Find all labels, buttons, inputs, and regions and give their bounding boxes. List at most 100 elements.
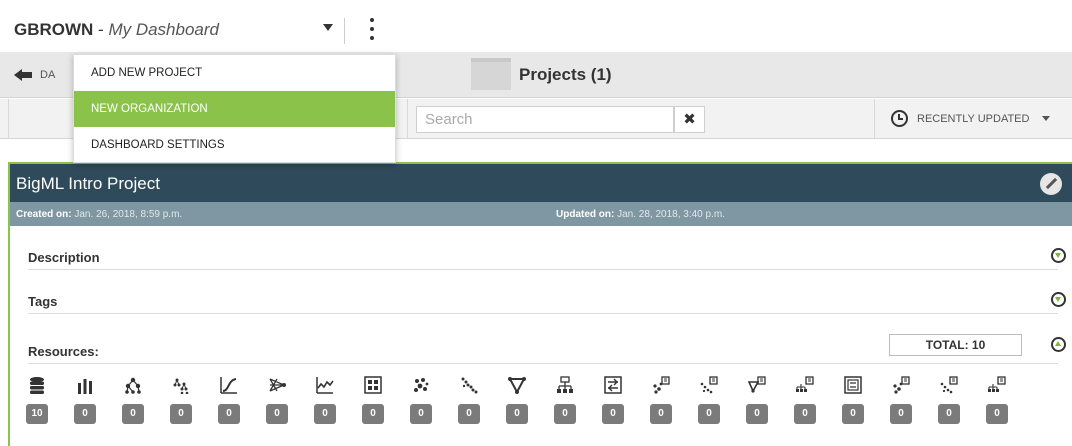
project-meta: Created on: Jan. 26, 2018, 8:59 p.m. Upd… [10,202,1072,226]
workspace-menu: ADD NEW PROJECT NEW ORGANIZATION DASHBOA… [73,54,396,163]
updated-label: Updated on: [556,209,615,220]
anomaly-score-icon [940,376,958,394]
created-label: Created on: [16,209,72,220]
resource-count-badge: 0 [74,404,96,424]
resource-count-badge: 0 [554,404,576,424]
back-button-label: DA [40,69,56,81]
chevron-down-icon [1042,116,1051,121]
more-options-icon[interactable] [364,16,380,46]
deepnet-icon [269,378,286,392]
resource-count-badge: 0 [410,404,432,424]
sort-dropdown[interactable]: RECENTLY UPDATED [891,110,1051,127]
resource-deepnet[interactable]: 0 [266,376,288,424]
resource-time-series[interactable]: 0 [314,376,336,424]
resource-count-badge: 0 [746,404,768,424]
resource-logistic-curve[interactable]: 0 [218,376,240,424]
resource-count-badge: 0 [314,404,336,424]
resource-count-badge: 0 [170,404,192,424]
bar-chart-icon [78,379,92,394]
database-icon [30,377,44,394]
resource-association[interactable]: 0 [506,376,528,424]
top-bar: GBROWN - My Dashboard [0,0,1072,52]
resource-bar-chart[interactable]: 0 [74,376,96,424]
resource-count-badge: 0 [506,404,528,424]
resource-anomaly[interactable]: 0 [458,376,480,424]
chevron-down-icon[interactable] [323,24,333,31]
project-card: BigML Intro Project Created on: Jan. 26,… [8,162,1072,446]
resource-batch-association[interactable]: 0 [746,376,768,424]
resource-count-badge: 10 [26,404,48,424]
batch-evaluation-icon [844,376,862,394]
resource-database[interactable]: 10 [26,376,48,424]
tags-label: Tags [28,294,58,309]
resource-ensemble[interactable]: 0 [170,376,192,424]
time-series-icon [316,377,334,394]
created-value: Jan. 26, 2018, 8:59 p.m. [74,209,183,220]
resource-count-badge: 0 [458,404,480,424]
logistic-curve-icon [220,377,237,394]
resource-topic-model[interactable]: 0 [554,376,576,424]
resources-label: Resources: [28,344,99,359]
search-input[interactable] [416,106,674,133]
resource-evaluation[interactable]: 0 [602,376,624,424]
batch-cluster-icon [653,376,670,394]
divider [344,18,345,44]
arrow-left-icon [14,68,32,82]
menu-item-new-organization[interactable]: NEW ORGANIZATION [74,91,395,127]
project-name[interactable]: BigML Intro Project [16,174,160,194]
resource-count-badge: 0 [266,404,288,424]
resource-anomaly-score[interactable]: 0 [938,376,960,424]
resource-count-badge: 0 [650,404,672,424]
created-date: Created on: Jan. 26, 2018, 8:59 p.m. [16,209,182,220]
resource-batch-topic[interactable]: 0 [794,376,816,424]
resource-cluster[interactable]: 0 [410,376,432,424]
resource-count-badge: 0 [890,404,912,424]
resource-prediction[interactable]: 0 [986,376,1008,424]
resource-batch-cluster[interactable]: 0 [650,376,672,424]
resource-count-badge: 0 [842,404,864,424]
updated-date: Updated on: Jan. 28, 2018, 3:40 p.m. [556,209,725,220]
menu-item-dashboard-settings[interactable]: DASHBOARD SETTINGS [74,127,395,163]
resource-model-tree[interactable]: 0 [122,376,144,424]
back-button[interactable]: DA [14,65,55,85]
collapse-icon[interactable] [1051,337,1066,352]
resource-list: 10 0 0 0 0 0 0 0 0 0 0 0 0 0 0 0 0 0 0 0 0 [26,376,1066,428]
batch-association-icon [748,376,766,393]
sort-label: RECENTLY UPDATED [917,112,1030,125]
resource-count-badge: 0 [986,404,1008,424]
workspace-dashboard-name: My Dashboard [108,20,219,39]
description-section[interactable]: Description [28,238,1066,270]
model-tree-icon [125,377,141,394]
resource-centroid[interactable]: 0 [890,376,912,424]
resource-grid[interactable]: 0 [362,376,384,424]
resource-batch-evaluation[interactable]: 0 [842,376,864,424]
cluster-icon [414,378,429,392]
clock-icon [891,110,908,127]
updated-value: Jan. 28, 2018, 3:40 p.m. [617,209,725,220]
resource-count-badge: 0 [938,404,960,424]
workspace-user: GBROWN [14,20,94,39]
batch-anomaly-icon [700,376,718,394]
topic-model-icon [557,376,573,393]
page-title: Projects (1) [519,65,612,84]
close-icon[interactable]: ✖ [674,106,705,133]
description-label: Description [28,250,100,265]
ensemble-icon [173,378,189,394]
resource-batch-anomaly[interactable]: 0 [698,376,720,424]
total-resources-badge: TOTAL: 10 [889,334,1022,356]
edit-icon[interactable] [1040,173,1062,195]
tags-section[interactable]: Tags [28,282,1066,314]
resource-count-badge: 0 [602,404,624,424]
anomaly-icon [461,377,478,394]
resource-count-badge: 0 [218,404,240,424]
evaluation-icon [604,376,622,394]
menu-item-add-new-project[interactable]: ADD NEW PROJECT [74,55,395,91]
expand-icon[interactable] [1051,292,1066,307]
expand-icon[interactable] [1051,248,1066,263]
grid-icon [364,376,382,394]
resource-count-badge: 0 [794,404,816,424]
workspace-separator: - [93,20,109,39]
prediction-icon [988,376,1006,392]
resource-count-badge: 0 [122,404,144,424]
workspace-selector[interactable]: GBROWN - My Dashboard [14,20,219,40]
